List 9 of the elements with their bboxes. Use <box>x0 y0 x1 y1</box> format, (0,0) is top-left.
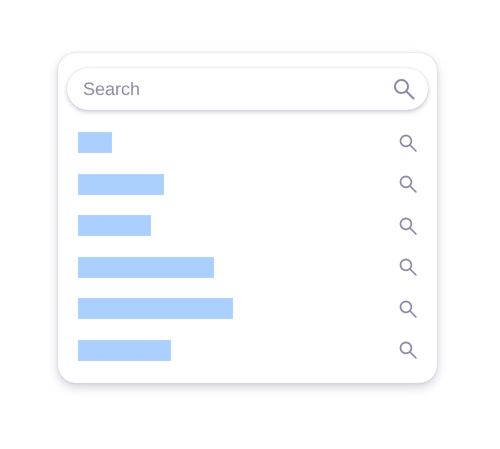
search-icon[interactable] <box>398 340 418 360</box>
search-icon[interactable] <box>392 77 416 101</box>
search-icon[interactable] <box>398 257 418 278</box>
result-placeholder-bar <box>78 132 112 153</box>
search-icon[interactable] <box>398 132 418 152</box>
search-icon[interactable] <box>398 298 418 319</box>
search-icon[interactable] <box>398 216 418 236</box>
search-icon[interactable] <box>398 174 418 194</box>
search-field[interactable]: Search <box>67 68 428 110</box>
